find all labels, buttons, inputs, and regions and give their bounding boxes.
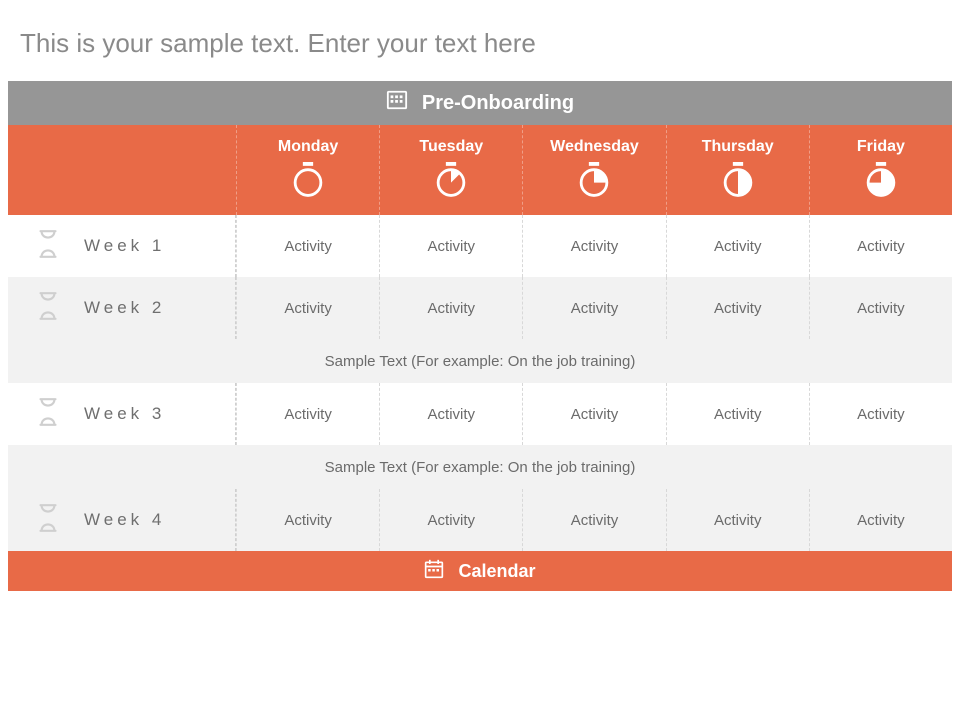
sample-text-row: Sample Text (For example: On the job tra…: [8, 445, 952, 489]
day-label: Thursday: [702, 138, 774, 156]
activity-cell: Activity: [236, 277, 379, 339]
day-header-friday: Friday: [809, 125, 952, 215]
week-label: Week 4: [8, 489, 236, 551]
activity-cell: Activity: [666, 277, 809, 339]
day-label: Tuesday: [419, 138, 483, 156]
stopwatch-icon: [292, 162, 324, 203]
activity-cell: Activity: [236, 489, 379, 551]
stopwatch-icon: [722, 162, 754, 203]
activity-cell: Activity: [522, 489, 665, 551]
activity-cell: Activity: [666, 215, 809, 277]
calendar-icon: [424, 559, 444, 584]
activity-cell: Activity: [379, 215, 522, 277]
week-text: Week 1: [84, 236, 165, 256]
sample-text-row: Sample Text (For example: On the job tra…: [8, 339, 952, 383]
activity-cell: Activity: [522, 277, 665, 339]
activity-cell: Activity: [666, 489, 809, 551]
day-label: Wednesday: [550, 138, 639, 156]
page-title: This is your sample text. Enter your tex…: [0, 0, 960, 81]
footer-label: Calendar: [458, 561, 535, 582]
week-text: Week 2: [84, 298, 165, 318]
hourglass-icon: [36, 291, 60, 326]
activity-cell: Activity: [666, 383, 809, 445]
activity-cell: Activity: [809, 277, 952, 339]
activity-cell: Activity: [236, 383, 379, 445]
activity-cell: Activity: [379, 277, 522, 339]
week-label: Week 3: [8, 383, 236, 445]
activity-cell: Activity: [379, 383, 522, 445]
week-label: Week 2: [8, 277, 236, 339]
day-header-tuesday: Tuesday: [379, 125, 522, 215]
footer-bar: Calendar: [8, 551, 952, 591]
schedule-grid: Monday Tuesday Wednesday Thursday Friday: [8, 125, 952, 551]
activity-cell: Activity: [809, 489, 952, 551]
activity-cell: Activity: [522, 215, 665, 277]
week-text: Week 4: [84, 510, 165, 530]
section-header: Pre-Onboarding: [8, 81, 952, 125]
hourglass-icon: [36, 503, 60, 538]
calendar-grid-icon: [386, 89, 408, 117]
activity-cell: Activity: [809, 215, 952, 277]
header-corner: [8, 125, 236, 215]
onboarding-table: Pre-Onboarding Monday Tuesday Wednesday …: [8, 81, 952, 551]
activity-cell: Activity: [522, 383, 665, 445]
stopwatch-icon: [865, 162, 897, 203]
hourglass-icon: [36, 229, 60, 264]
week-label: Week 1: [8, 215, 236, 277]
stopwatch-icon: [435, 162, 467, 203]
activity-cell: Activity: [809, 383, 952, 445]
hourglass-icon: [36, 397, 60, 432]
section-header-label: Pre-Onboarding: [422, 92, 574, 115]
activity-cell: Activity: [379, 489, 522, 551]
day-label: Monday: [278, 138, 338, 156]
day-label: Friday: [857, 138, 905, 156]
activity-cell: Activity: [236, 215, 379, 277]
stopwatch-icon: [578, 162, 610, 203]
week-text: Week 3: [84, 404, 165, 424]
day-header-thursday: Thursday: [666, 125, 809, 215]
day-header-monday: Monday: [236, 125, 379, 215]
day-header-wednesday: Wednesday: [522, 125, 665, 215]
